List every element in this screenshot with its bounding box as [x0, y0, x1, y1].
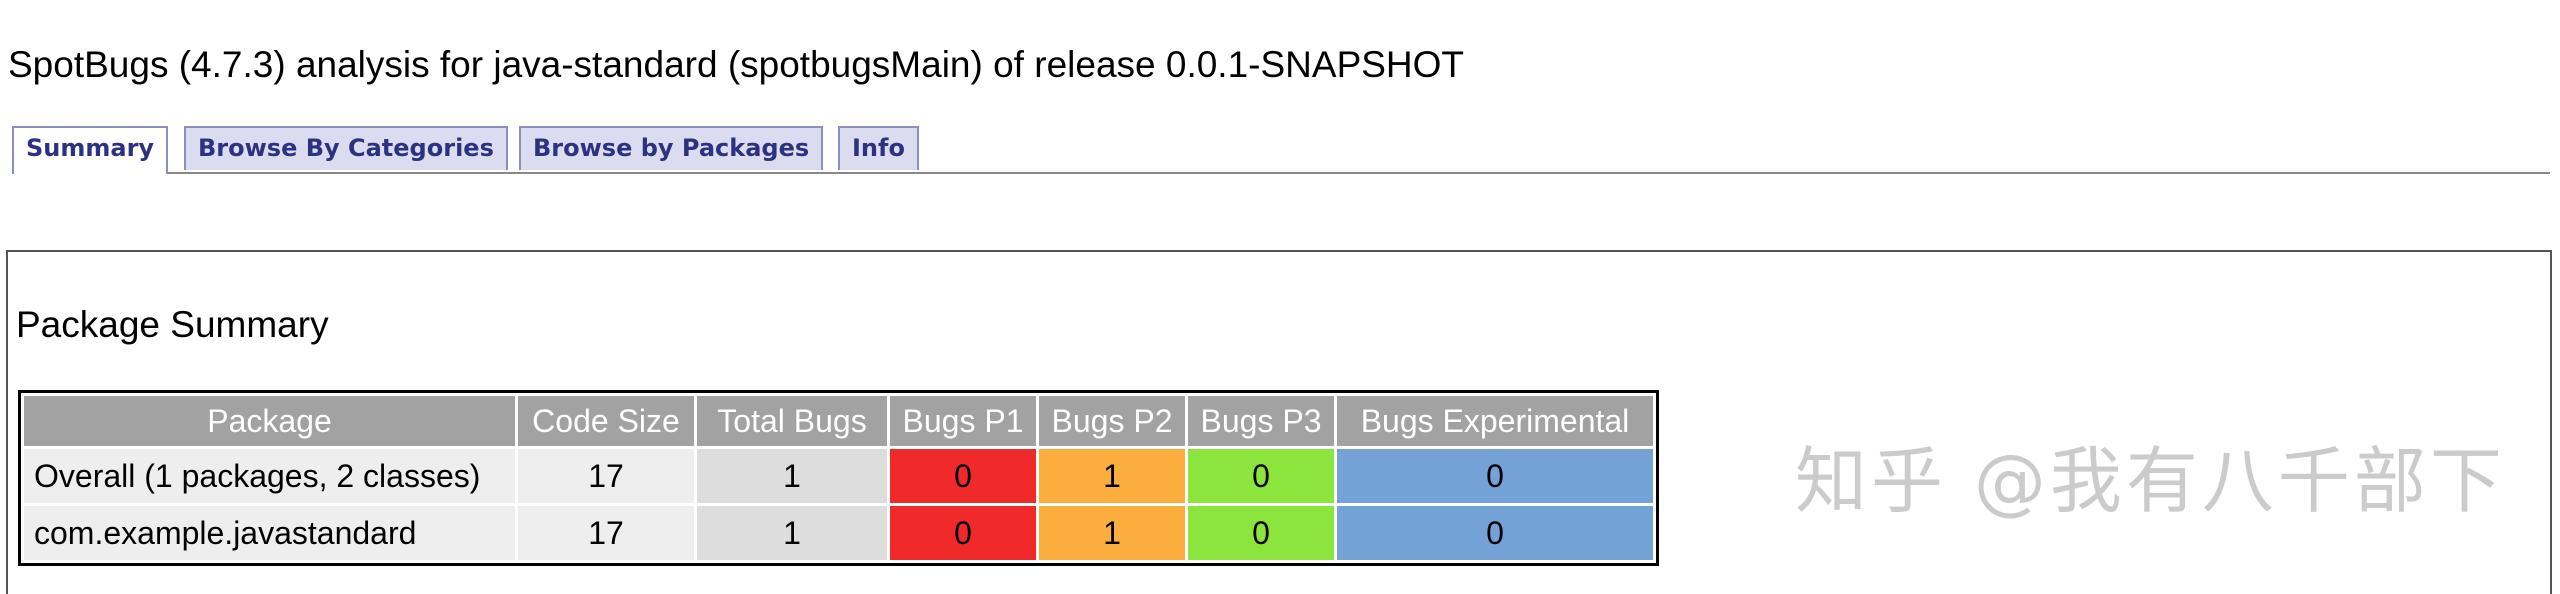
tab-bar: Summary Browse By Categories Browse by P…	[12, 126, 2550, 174]
cell-code-size: 17	[518, 506, 694, 560]
cell-bugs-p3: 0	[1188, 506, 1334, 560]
cell-bugs-p2: 1	[1039, 449, 1185, 503]
column-header-total-bugs: Total Bugs	[697, 396, 887, 446]
cell-package: Overall (1 packages, 2 classes)	[24, 449, 515, 503]
column-header-bugs-p1: Bugs P1	[890, 396, 1036, 446]
tab-info[interactable]: Info	[838, 126, 919, 170]
cell-total-bugs: 1	[697, 449, 887, 503]
column-header-bugs-p2: Bugs P2	[1039, 396, 1185, 446]
tab-browse-by-categories[interactable]: Browse By Categories	[184, 126, 508, 170]
cell-code-size: 17	[518, 449, 694, 503]
cell-package: com.example.javastandard	[24, 506, 515, 560]
page-title: SpotBugs (4.7.3) analysis for java-stand…	[8, 44, 1465, 85]
cell-bugs-p2: 1	[1039, 506, 1185, 560]
section-title: Package Summary	[16, 304, 329, 345]
column-header-bugs-p3: Bugs P3	[1188, 396, 1334, 446]
cell-bugs-p1: 0	[890, 506, 1036, 560]
table-header-row: Package Code Size Total Bugs Bugs P1 Bug…	[24, 396, 1653, 446]
summary-panel: Package Summary Package Code Size Total …	[6, 250, 2552, 594]
cell-bugs-p3: 0	[1188, 449, 1334, 503]
tab-browse-by-packages[interactable]: Browse by Packages	[519, 126, 824, 170]
table-row: Overall (1 packages, 2 classes) 17 1 0 1…	[24, 449, 1653, 503]
cell-bugs-experimental: 0	[1337, 449, 1653, 503]
column-header-code-size: Code Size	[518, 396, 694, 446]
column-header-package: Package	[24, 396, 515, 446]
column-header-bugs-experimental: Bugs Experimental	[1337, 396, 1653, 446]
cell-bugs-experimental: 0	[1337, 506, 1653, 560]
cell-total-bugs: 1	[697, 506, 887, 560]
cell-bugs-p1: 0	[890, 449, 1036, 503]
package-summary-table: Package Code Size Total Bugs Bugs P1 Bug…	[18, 390, 1659, 566]
table-row: com.example.javastandard 17 1 0 1 0 0	[24, 506, 1653, 560]
tab-summary[interactable]: Summary	[12, 126, 169, 174]
